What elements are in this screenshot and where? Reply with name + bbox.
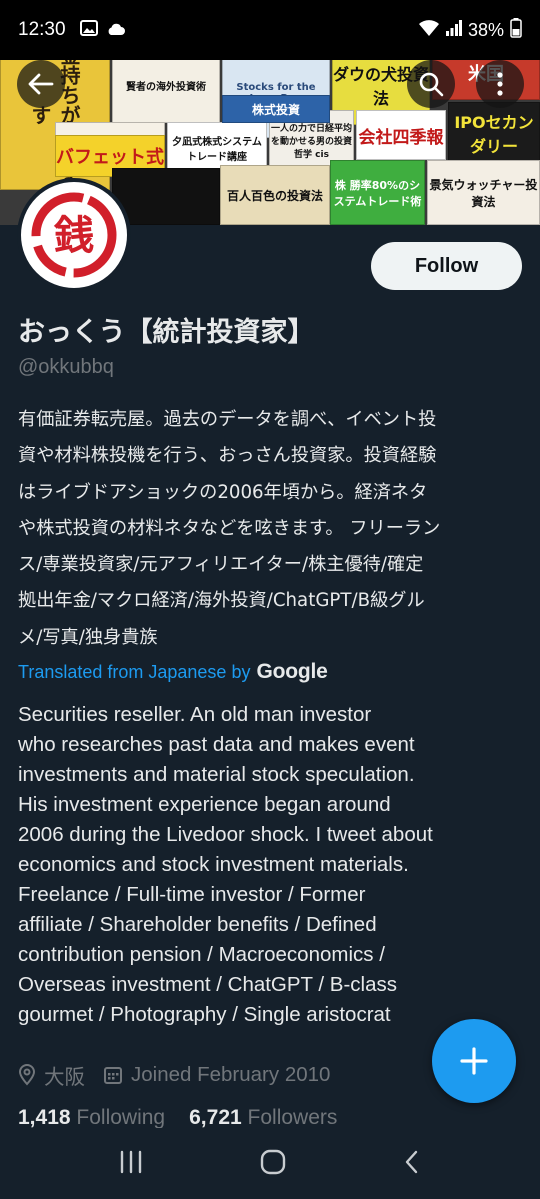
bio-line: His investment experience began around: [18, 793, 391, 816]
banner-book: 景気ウォッチャー投資法: [427, 160, 540, 225]
bio-translation: Securities reseller. An old man investor…: [18, 700, 528, 1030]
system-navigation-bar: [0, 1128, 540, 1199]
banner-book: 百人百色の投資法: [220, 165, 330, 225]
location-pin-icon: [18, 1064, 36, 1086]
search-icon: [419, 72, 444, 97]
bio-line: who researches past data and makes event: [18, 733, 415, 756]
battery-icon: [510, 17, 522, 43]
svg-text:銭: 銭: [53, 212, 94, 259]
bio-line: 有価証券転売屋。過去のデータを調べ、イベント投: [18, 409, 437, 430]
recent-apps-icon: [120, 1150, 141, 1173]
bio-original: 有価証券転売屋。過去のデータを調べ、イベント投 資や材料株投機を行う、おっさん投…: [18, 402, 528, 656]
back-button[interactable]: [17, 60, 65, 108]
cloud-icon: [106, 21, 126, 40]
signal-icon: [445, 19, 462, 41]
location: 大阪: [18, 1060, 85, 1090]
gallery-icon: [79, 20, 98, 40]
google-logo: Google: [256, 660, 328, 683]
followers-label: Followers: [247, 1106, 338, 1128]
more-vertical-icon: [497, 72, 503, 96]
join-date: Joined February 2010: [103, 1063, 330, 1087]
following-link[interactable]: 1,418 Following: [18, 1106, 165, 1128]
bio-line: や株式投資の材料ネタなどを呟きます。 フリーラン: [18, 517, 441, 539]
bio-line: 資や材料株投機を行う、おっさん投資家。投資経験: [18, 445, 437, 467]
chevron-left-icon: [406, 1150, 418, 1173]
follow-button[interactable]: Follow: [371, 242, 522, 290]
bio-line: メ/写真/独身貴族: [18, 626, 158, 648]
banner-book: 株 勝率80%のシステムトレード術: [330, 160, 425, 225]
display-name: おっくう【統計投資家】: [18, 317, 315, 348]
back-arrow-icon: [28, 73, 54, 95]
status-bar: 12:30 38%: [0, 0, 540, 60]
following-label: Following: [76, 1106, 166, 1128]
bio-line: Freelance / Full-time investor / Former: [18, 883, 366, 906]
join-date-text: Joined February 2010: [131, 1063, 331, 1086]
home-icon: [260, 1149, 286, 1174]
bio-line: Securities reseller. An old man investor: [18, 703, 372, 726]
bio-line: economics and stock investment materials…: [18, 853, 409, 876]
calendar-icon: [104, 1067, 122, 1084]
battery-percent: 38%: [467, 19, 504, 40]
follow-stats: 1,418 Following 6,721 Followers: [18, 1106, 337, 1128]
bio-line: 拠出年金/マクロ経済/海外投資/ChatGPT/B級グル: [18, 590, 425, 612]
recent-apps-button[interactable]: [118, 1150, 144, 1178]
profile-meta: 大阪 Joined February 2010: [18, 1060, 348, 1090]
following-count: 1,418: [18, 1106, 71, 1128]
translated-label: Translated from Japanese by: [18, 661, 251, 682]
followers-link[interactable]: 6,721 Followers: [189, 1106, 337, 1128]
bio-line: contribution pension / Macroeconomics /: [18, 943, 385, 966]
banner-book: 株式投資: [222, 95, 330, 123]
handle: @okkubbq: [18, 356, 114, 378]
banner-book: IPOセカンダリー: [448, 102, 540, 164]
status-time: 12:30: [18, 19, 66, 40]
avatar-seal-icon: 銭: [31, 192, 117, 278]
bio-line: affiliate / Shareholder benefits / Defin…: [18, 913, 377, 936]
home-button[interactable]: [259, 1148, 287, 1180]
status-indicators: 38%: [418, 17, 522, 43]
bio-line: 2006 during the Livedoor shock. I tweet …: [18, 823, 433, 846]
bio-line: ス/専業投資家/元アフィリエイター/株主優待/確定: [18, 554, 424, 576]
bio-line: investments and material stock speculati…: [18, 763, 415, 786]
compose-post-button[interactable]: [432, 1019, 516, 1103]
avatar[interactable]: 銭: [17, 178, 131, 292]
bio-line: Overseas investment / ChatGPT / B-class: [18, 973, 397, 996]
translation-attribution[interactable]: Translated from Japanese by Google: [18, 660, 328, 684]
bio-line: はライブドアショックの2006年頃から。経済ネタ: [18, 481, 428, 503]
followers-count: 6,721: [189, 1106, 242, 1128]
wifi-icon: [418, 19, 440, 42]
location-text: 大阪: [44, 1066, 85, 1089]
search-button[interactable]: [407, 60, 455, 108]
more-options-button[interactable]: [476, 60, 524, 108]
system-back-button[interactable]: [402, 1149, 422, 1179]
plus-icon: [460, 1047, 488, 1075]
banner-book: 会社四季報: [356, 110, 446, 160]
